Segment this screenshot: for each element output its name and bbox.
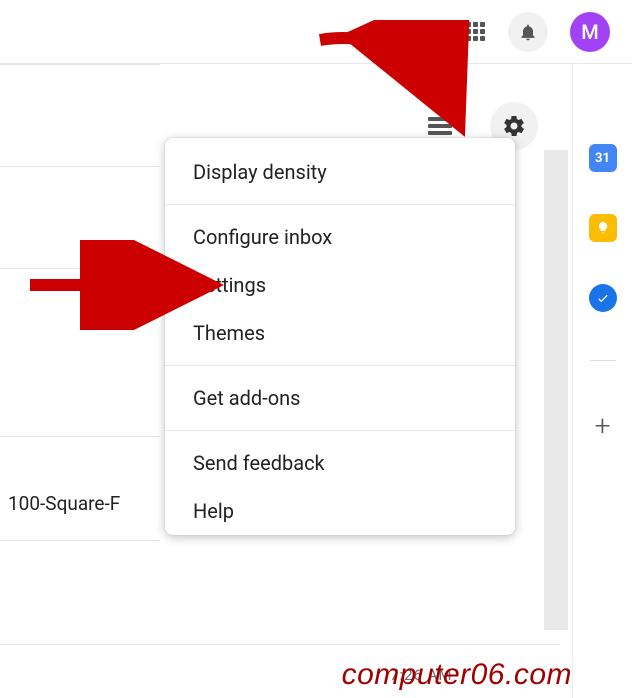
bell-icon	[518, 22, 538, 42]
side-panel-separator	[590, 360, 616, 361]
tasks-addon-icon[interactable]	[589, 284, 617, 312]
menu-separator	[165, 204, 515, 205]
add-addon-button[interactable]: +	[595, 409, 611, 442]
email-row-snippet[interactable]: 100-Square-F	[8, 492, 120, 515]
avatar-initial: M	[581, 20, 599, 44]
account-avatar[interactable]: M	[570, 12, 610, 52]
check-icon	[596, 291, 610, 305]
menu-item-get-addons[interactable]: Get add-ons	[165, 374, 515, 422]
gear-icon	[502, 114, 526, 138]
side-panel: 31 +	[572, 64, 632, 698]
apps-grid-icon[interactable]	[466, 22, 486, 42]
lightbulb-icon	[596, 221, 610, 235]
menu-separator	[165, 365, 515, 366]
settings-dropdown-menu: Display density Configure inbox Settings…	[165, 138, 515, 535]
watermark-text: computer06.com	[342, 658, 572, 692]
menu-item-help[interactable]: Help	[165, 487, 515, 535]
menu-item-display-density[interactable]: Display density	[165, 148, 515, 196]
menu-separator	[165, 430, 515, 431]
menu-item-settings[interactable]: Settings	[165, 261, 515, 309]
menu-item-configure-inbox[interactable]: Configure inbox	[165, 213, 515, 261]
calendar-addon-icon[interactable]: 31	[589, 144, 617, 172]
keep-addon-icon[interactable]	[589, 214, 617, 242]
menu-item-themes[interactable]: Themes	[165, 309, 515, 357]
menu-item-send-feedback[interactable]: Send feedback	[165, 439, 515, 487]
hamburger-icon[interactable]	[428, 117, 452, 135]
scrollbar-thumb[interactable]	[544, 150, 568, 630]
notifications-button[interactable]	[508, 12, 548, 52]
